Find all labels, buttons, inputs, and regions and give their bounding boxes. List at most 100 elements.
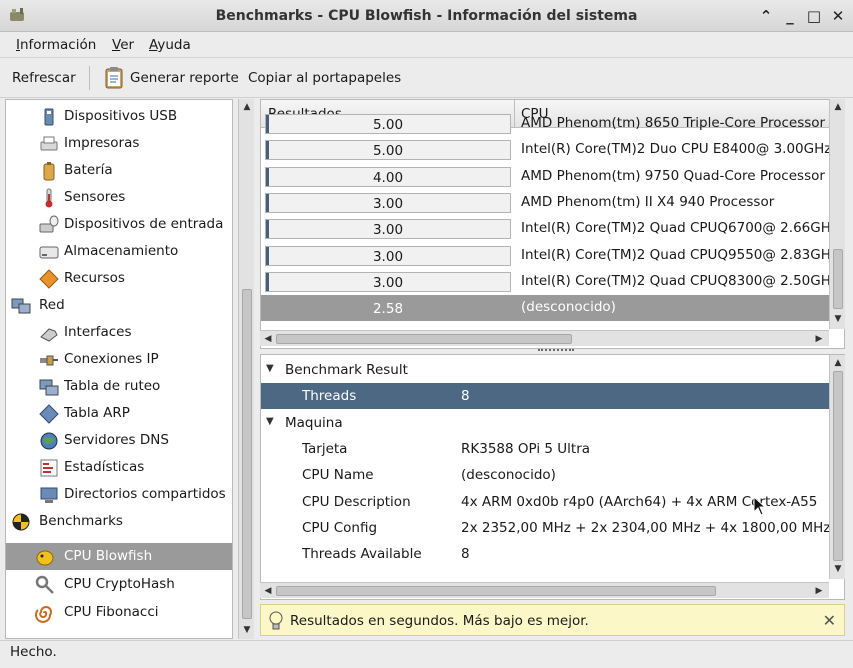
detail-row-cpu-config[interactable]: CPU Config 2x 2352,00 MHz + 2x 2304,00 M… <box>261 515 830 541</box>
sidebar-item-sensors[interactable]: Sensores <box>6 184 232 211</box>
detail-row-cpu-description[interactable]: CPU Description 4x ARM 0xd0b r4p0 (AArch… <box>261 489 829 515</box>
sidebar-item-usb[interactable]: Dispositivos USB <box>6 103 232 130</box>
sidebar-item-input-devices[interactable]: Dispositivos de entrada <box>6 211 232 238</box>
menu-ver[interactable]: Ver <box>112 37 134 53</box>
result-value: 5.00 <box>372 143 404 160</box>
sidebar-item-interfaces[interactable]: Interfaces <box>6 319 232 346</box>
scroll-down-arrow-icon[interactable]: ▼ <box>832 313 844 325</box>
cpu-name: Intel(R) Core(TM)2 Quad CPUQ6700@ 2.66GH… <box>521 220 838 237</box>
dns-icon <box>40 432 58 450</box>
result-value: 3.00 <box>372 274 404 291</box>
menu-bar: Información Ver Ayuda <box>0 32 853 58</box>
status-text: Hecho. <box>10 644 57 660</box>
maximize-button[interactable]: □ <box>805 7 823 25</box>
sidebar-scrollbar[interactable]: ▲ ▼ <box>238 99 254 639</box>
result-bar: 4.00 <box>265 166 511 187</box>
benchmarks-icon <box>12 513 30 531</box>
result-bar: 5.00 <box>265 140 511 161</box>
scroll-right-arrow-icon[interactable]: ▶ <box>813 333 825 345</box>
sidebar-item-cpu-blowfish[interactable]: CPU Blowfish <box>6 543 232 570</box>
result-value: 5.00 <box>372 117 404 133</box>
toolbar-separator <box>89 66 90 90</box>
sidebar-item-ip-connections[interactable]: Conexiones IP <box>6 346 232 373</box>
battery-icon <box>43 162 55 181</box>
generate-report-button[interactable]: Generar reporte <box>130 70 239 86</box>
sidebar-item-network[interactable]: Red <box>6 292 232 319</box>
expander-icon[interactable]: ▼ <box>266 416 274 427</box>
table-row[interactable]: 5.00 Intel(R) Core(TM)2 Duo CPU E8400@ 3.… <box>261 137 832 163</box>
sidebar-tree: Dispositivos USB Impresoras Batería Sens… <box>5 99 233 639</box>
minimize-button[interactable]: _ <box>781 7 799 25</box>
table-row[interactable]: 3.00 Intel(R) Core(TM)2 Quad CPUQ8300@ 2.… <box>261 269 838 295</box>
result-bar: 3.00 <box>265 245 511 266</box>
result-value: 3.00 <box>372 195 404 212</box>
scroll-left-arrow-icon[interactable]: ◀ <box>262 333 274 345</box>
sidebar-item-battery[interactable]: Batería <box>6 157 232 184</box>
sidebar-scroll-thumb[interactable] <box>242 289 252 619</box>
expander-icon[interactable]: ▼ <box>266 363 274 374</box>
scroll-up-arrow-icon[interactable]: ▲ <box>832 357 844 369</box>
sidebar-item-benchmarks[interactable]: Benchmarks <box>6 508 232 535</box>
result-bar: 5.00 <box>265 114 511 134</box>
refresh-button[interactable]: Refrescar <box>12 70 76 86</box>
menu-ayuda[interactable]: Ayuda <box>149 37 191 53</box>
sidebar-item-shared-dirs[interactable]: Directorios compartidos <box>6 481 232 508</box>
sidebar-item-statistics[interactable]: Estadísticas <box>6 454 232 481</box>
scroll-up-arrow-icon[interactable]: ▲ <box>241 101 253 113</box>
cpu-name: Intel(R) Core(TM)2 Duo CPU E8400@ 3.00GH… <box>521 141 832 158</box>
details-scroll-thumb[interactable] <box>833 371 843 561</box>
cpu-name: AMD Phenom(tm) II X4 940 Processor <box>521 193 775 210</box>
result-bar: 3.00 <box>265 219 511 240</box>
table-row[interactable]: 4.00 AMD Phenom(tm) 9750 Quad-Core Proces… <box>261 164 829 190</box>
group-benchmark-result[interactable]: ▼ Benchmark Result <box>261 357 829 383</box>
details-hscrollbar[interactable]: ◀ ▶ <box>260 582 829 598</box>
scroll-left-arrow-icon[interactable]: ◀ <box>262 585 274 597</box>
results-scroll-thumb[interactable] <box>833 249 843 309</box>
sidebar-item-cpu-fibonacci[interactable]: CPU Fibonacci <box>6 599 232 626</box>
input-devices-icon <box>39 215 59 233</box>
table-row[interactable]: 5.00 AMD Phenom(tm) 8650 Triple-Core Proc… <box>261 111 829 137</box>
detail-row-tarjeta[interactable]: Tarjeta RK3588 OPi 5 Ultra <box>261 436 829 462</box>
sidebar-item-dns[interactable]: Servidores DNS <box>6 427 232 454</box>
thermometer-icon <box>45 188 53 208</box>
arp-table-icon <box>39 404 59 424</box>
sidebar-item-storage[interactable]: Almacenamiento <box>6 238 232 265</box>
scroll-up-arrow-icon[interactable]: ▲ <box>832 101 844 113</box>
sidebar-item-printers[interactable]: Impresoras <box>6 130 232 157</box>
details-hscroll-thumb[interactable] <box>276 586 716 596</box>
sidebar-item-routing-table[interactable]: Tabla de ruteo <box>6 373 232 400</box>
detail-row-cpu-name[interactable]: CPU Name (desconocido) <box>261 462 829 488</box>
collapse-button[interactable]: ⌃ <box>757 7 775 25</box>
details-vscrollbar[interactable]: ▲ ▼ <box>829 355 845 579</box>
close-icon[interactable]: ✕ <box>823 611 836 630</box>
table-row[interactable]: 2.58 (desconocido) <box>261 295 829 322</box>
table-row[interactable]: 3.00 Intel(R) Core(TM)2 Quad CPUQ9550@ 2.… <box>261 243 838 269</box>
copy-clipboard-button[interactable]: Copiar al portapapeles <box>248 70 401 86</box>
result-value: 4.00 <box>372 169 404 186</box>
results-vscrollbar[interactable]: ▲ ▼ <box>829 99 845 329</box>
results-hscroll-thumb[interactable] <box>276 334 572 344</box>
cpu-name: (desconocido) <box>521 299 616 316</box>
table-row[interactable]: 3.00 Intel(R) Core(TM)2 Quad CPUQ6700@ 2.… <box>261 216 838 242</box>
detail-row-threads-available[interactable]: Threads Available 8 <box>261 541 829 567</box>
table-row[interactable]: 3.00 AMD Phenom(tm) II X4 940 Processor <box>261 190 829 216</box>
details-tree: ▼ Benchmark Result Threads 8 ▼ Maquina T… <box>260 354 845 600</box>
sidebar-item-resources[interactable]: Recursos <box>6 265 232 292</box>
scroll-right-arrow-icon[interactable]: ▶ <box>813 585 825 597</box>
scroll-down-arrow-icon[interactable]: ▼ <box>241 624 253 636</box>
ip-connections-icon <box>40 355 58 366</box>
close-button[interactable]: ✕ <box>829 7 847 25</box>
scroll-down-arrow-icon[interactable]: ▼ <box>832 563 844 575</box>
detail-row-threads[interactable]: Threads 8 <box>261 383 829 409</box>
info-bar: Resultados en segundos. Más bajo es mejo… <box>260 604 845 636</box>
report-icon[interactable] <box>104 65 124 89</box>
printer-icon <box>40 136 58 151</box>
routing-table-icon <box>39 379 59 396</box>
results-hscrollbar[interactable]: ◀ ▶ <box>260 330 829 346</box>
group-maquina[interactable]: ▼ Maquina <box>261 410 829 436</box>
sidebar-item-arp-table[interactable]: Tabla ARP <box>6 400 232 427</box>
sidebar-item-cpu-cryptohash[interactable]: CPU CryptoHash <box>6 571 232 598</box>
menu-informacion[interactable]: Información <box>16 37 96 53</box>
resources-icon <box>39 269 59 289</box>
shared-folder-icon <box>40 487 58 503</box>
